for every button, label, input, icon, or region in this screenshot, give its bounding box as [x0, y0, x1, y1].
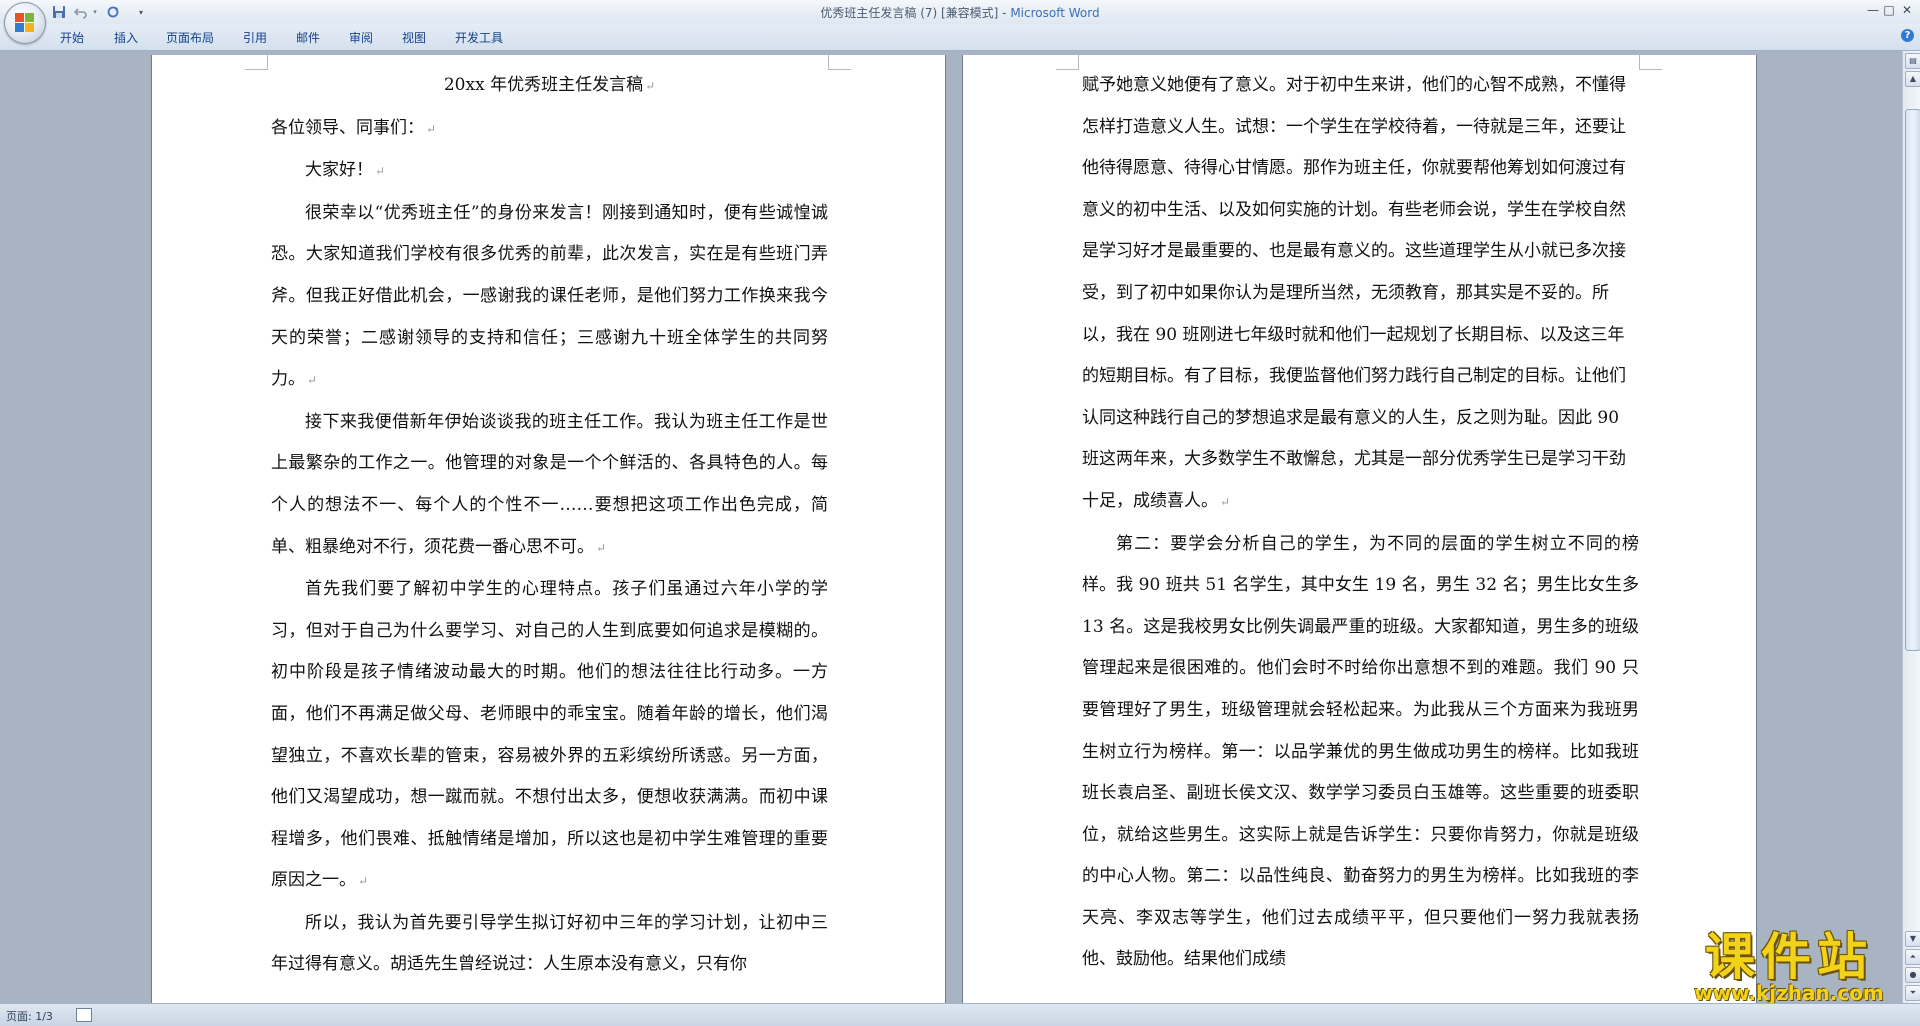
- office-logo-icon: [15, 13, 35, 33]
- paragraph[interactable]: 很荣幸以“优秀班主任”的身份来发言！刚接到通知时，便有些诚惶诚恐。大家知道我们学…: [271, 193, 828, 402]
- office-button[interactable]: [4, 2, 46, 44]
- crop-mark: [1056, 55, 1079, 70]
- paragraph[interactable]: 首先我们要了解初中学生的心理特点。孩子们虽通过六年小学的学习，但对于自己为什么要…: [271, 569, 828, 903]
- page-2: 赋予她意义她便有了意义。对于初中生来讲，他们的心智不成熟，不懂得怎样打造意义人生…: [963, 55, 1756, 1003]
- paragraph-mark-icon: ↵: [375, 164, 386, 179]
- document-title[interactable]: 20xx 年优秀班主任发言稿 ↵: [271, 65, 828, 108]
- page-1-body[interactable]: 20xx 年优秀班主任发言稿 ↵ 各位领导、同事们： ↵ 大家好！ ↵ 很荣幸以“优秀班主任…: [271, 65, 828, 986]
- scroll-down-icon[interactable]: ▼: [1905, 931, 1920, 947]
- crop-mark: [1639, 55, 1662, 70]
- crop-mark: [245, 55, 268, 70]
- paragraph-mark-icon: ↵: [426, 121, 437, 136]
- document-workspace[interactable]: 20xx 年优秀班主任发言稿 ↵ 各位领导、同事们： ↵ 大家好！ ↵ 很荣幸以“优秀班主任…: [0, 51, 1902, 1003]
- tab-view[interactable]: 视图: [402, 29, 426, 46]
- paragraph[interactable]: 大家好！ ↵: [271, 150, 828, 193]
- watermark-url-text: www.kjzhan.com: [1694, 981, 1884, 1005]
- crop-mark: [828, 55, 851, 70]
- tab-developer[interactable]: 开发工具: [455, 29, 503, 46]
- tab-review[interactable]: 审阅: [349, 29, 373, 46]
- tab-references[interactable]: 引用: [243, 29, 267, 46]
- paragraph[interactable]: 赋予她意义她便有了意义。对于初中生来讲，他们的心智不成熟，不懂得怎样打造意义人生…: [1082, 65, 1639, 524]
- next-page-icon[interactable]: ⏷: [1905, 985, 1920, 1001]
- scrollbar-thumb[interactable]: [1905, 109, 1920, 651]
- window-title: 优秀班主任发言稿 (7) [兼容模式] - Microsoft Word: [820, 6, 1100, 20]
- watermark-main-text: 课件站: [1705, 928, 1873, 986]
- scroll-up-icon[interactable]: ▲: [1905, 71, 1920, 87]
- ribbon-tab-bar: 开始 插入 页面布局 引用 邮件 审阅 视图 开发工具 ?: [0, 24, 1920, 51]
- tab-mailings[interactable]: 邮件: [296, 29, 320, 46]
- title-bar: ▾ ▾ 优秀班主任发言稿 (7) [兼容模式] - Microsoft Word…: [0, 0, 1920, 25]
- paragraph[interactable]: 接下来我便借新年伊始谈谈我的班主任工作。我认为班主任工作是世上最繁杂的工作之一。…: [271, 402, 828, 569]
- paragraph-mark-icon: ↵: [358, 874, 369, 889]
- ruler-toggle-icon[interactable]: ▤: [1905, 53, 1920, 69]
- close-button[interactable]: ✕: [1894, 0, 1920, 20]
- paragraph-mark-icon: ↵: [645, 79, 656, 93]
- vertical-scrollbar[interactable]: ▤ ▲ ▼ ⏶ ● ⏷: [1902, 51, 1920, 1003]
- paragraph[interactable]: 各位领导、同事们： ↵: [271, 108, 828, 151]
- kjzhan-watermark-logo: 课件站 www.kjzhan.com: [1676, 928, 1902, 1005]
- browse-object-icon[interactable]: ●: [1905, 967, 1920, 983]
- tab-home[interactable]: 开始: [60, 29, 84, 46]
- proofing-icon[interactable]: [76, 1008, 92, 1022]
- paragraph-mark-icon: ↵: [596, 540, 607, 555]
- paragraph-mark-icon: ↵: [307, 373, 318, 388]
- tab-page-layout[interactable]: 页面布局: [166, 29, 214, 46]
- paragraph[interactable]: 第二：要学会分析自己的学生，为不同的层面的学生树立不同的榜样。我 90 班共 5…: [1082, 524, 1639, 982]
- help-icon[interactable]: ?: [1901, 29, 1914, 42]
- previous-page-icon[interactable]: ⏶: [1905, 949, 1920, 965]
- tab-insert[interactable]: 插入: [114, 29, 138, 46]
- status-bar: 页面: 1/3: [0, 1003, 1920, 1026]
- page-count-status[interactable]: 页面: 1/3: [6, 1008, 53, 1024]
- paragraph-mark-icon: ↵: [1220, 494, 1231, 509]
- paragraph[interactable]: 所以，我认为首先要引导学生拟订好初中三年的学习计划，让初中三年过得有意义。胡适先…: [271, 903, 828, 986]
- page-2-body[interactable]: 赋予她意义她便有了意义。对于初中生来讲，他们的心智不成熟，不懂得怎样打造意义人生…: [1082, 65, 1639, 981]
- page-1: 20xx 年优秀班主任发言稿 ↵ 各位领导、同事们： ↵ 大家好！ ↵ 很荣幸以“优秀班主任…: [152, 55, 945, 1003]
